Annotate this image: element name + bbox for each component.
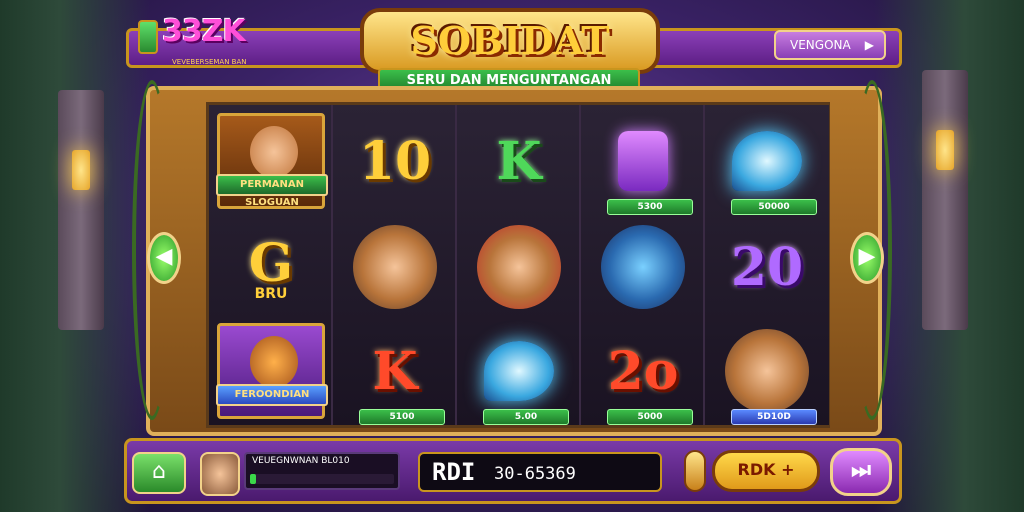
heroine-portrait-icon: PERMANAN SLOGUAN <box>216 113 328 209</box>
player-avatar[interactable] <box>200 452 240 496</box>
brand-tagline: VEVEBERSEMAN BAN <box>172 58 247 66</box>
home-icon: ⌂ <box>152 459 166 484</box>
home-button[interactable]: ⌂ <box>132 452 186 494</box>
vendor-button[interactable]: VENGONA ▶ <box>774 30 886 60</box>
balance-value: 30-65369 <box>494 464 576 484</box>
reel-symbol: 50000 <box>711 111 823 215</box>
wolf-character-icon <box>601 225 685 309</box>
bet-tag: 5100 <box>359 409 445 425</box>
blue-gem-icon <box>484 341 554 401</box>
symbol-caption: BRU <box>254 285 288 302</box>
title-plate: SOBIDAT <box>360 8 660 74</box>
reel-symbol: 5D10D <box>711 321 823 425</box>
letter-g-symbol: G <box>248 232 294 294</box>
explorer-character-icon <box>477 225 561 309</box>
stone-pillar-left <box>58 90 104 330</box>
balance-label: RDI <box>432 458 476 486</box>
number-20-symbol: 20 <box>730 236 804 298</box>
balance-panel: RDI 30-65369 <box>418 452 662 492</box>
elf-character-icon <box>725 329 809 413</box>
game-title: SOBIDAT <box>410 18 610 63</box>
reel-symbol <box>587 217 699 317</box>
lantern-right-icon <box>936 130 954 170</box>
player-progress-fill <box>250 474 256 484</box>
reel-window: PERMANAN SLOGUAN G BRU FEROONDIAN 10 K 5… <box>206 102 830 428</box>
reel-column-1: PERMANAN SLOGUAN G BRU FEROONDIAN <box>209 105 333 425</box>
player-progress-bar <box>250 474 394 484</box>
play-arrow-icon: ▶ <box>864 38 874 52</box>
reel-column-5: 50000 20 5D10D <box>705 105 829 425</box>
coin-icon <box>684 450 706 492</box>
bet-tag: 5000 <box>607 409 693 425</box>
reel-column-4: 5300 2o 5000 <box>581 105 705 425</box>
brand-logo: 33ZK <box>162 14 246 49</box>
heroine-face-icon <box>250 126 298 178</box>
autoplay-button[interactable]: ⏭ <box>830 448 892 496</box>
lantern-left-icon <box>72 150 90 190</box>
blue-gem-icon <box>732 131 802 191</box>
previous-arrow-button[interactable]: ◀ <box>147 232 181 284</box>
reel-symbol: G BRU <box>215 217 327 317</box>
bet-tag: 50000 <box>731 199 817 215</box>
portrait-banner: FEROONDIAN <box>216 384 328 406</box>
reel-symbol <box>339 217 451 317</box>
brand: 33ZK VEVEBERSEMAN BAN <box>132 8 262 68</box>
reel-frame: PERMANAN SLOGUAN G BRU FEROONDIAN 10 K 5… <box>146 86 882 436</box>
lion-face-icon <box>250 336 298 388</box>
lion-portrait-icon: FEROONDIAN <box>216 323 328 419</box>
number-10-symbol: 10 <box>358 130 432 192</box>
reel-symbol: FEROONDIAN <box>215 321 328 421</box>
reel-column-3: K 5.00 <box>457 105 581 425</box>
reel-symbol: 20 <box>711 217 823 317</box>
bet-tag: 5D10D <box>731 409 817 425</box>
reel-symbol: K <box>463 111 575 211</box>
vendor-button-label: VENGONA <box>790 38 851 52</box>
letter-k-symbol: K <box>372 340 418 402</box>
reel-column-2: 10 K 5100 <box>333 105 457 425</box>
portrait-banner: PERMANAN SLOGUAN <box>216 174 328 208</box>
number-20-symbol: 2o <box>607 340 679 402</box>
reel-symbol <box>463 217 575 317</box>
bet-spin-button[interactable]: RDK + <box>712 450 820 492</box>
letter-k-symbol: K <box>496 130 542 192</box>
player-info-panel: VEUEGNWNAN BL010 <box>244 452 400 490</box>
bet-tag: 5300 <box>607 199 693 215</box>
reel-symbol: K 5100 <box>339 321 451 425</box>
reel-symbol: PERMANAN SLOGUAN <box>215 111 328 211</box>
reel-symbol: 10 <box>339 111 451 211</box>
next-arrow-button[interactable]: ▶ <box>850 232 884 284</box>
fast-forward-icon: ⏭ <box>851 458 871 483</box>
reel-symbol: 5.00 <box>463 321 575 425</box>
player-name: VEUEGNWNAN BL010 <box>252 456 350 466</box>
reel-symbol: 2o 5000 <box>587 321 699 425</box>
bet-tag: 5.00 <box>483 409 569 425</box>
reel-symbol: 5300 <box>587 111 699 215</box>
stone-pillar-right <box>922 70 968 330</box>
purple-potion-icon <box>618 131 668 191</box>
warrior-character-icon <box>353 225 437 309</box>
brand-gem-icon <box>138 20 158 54</box>
